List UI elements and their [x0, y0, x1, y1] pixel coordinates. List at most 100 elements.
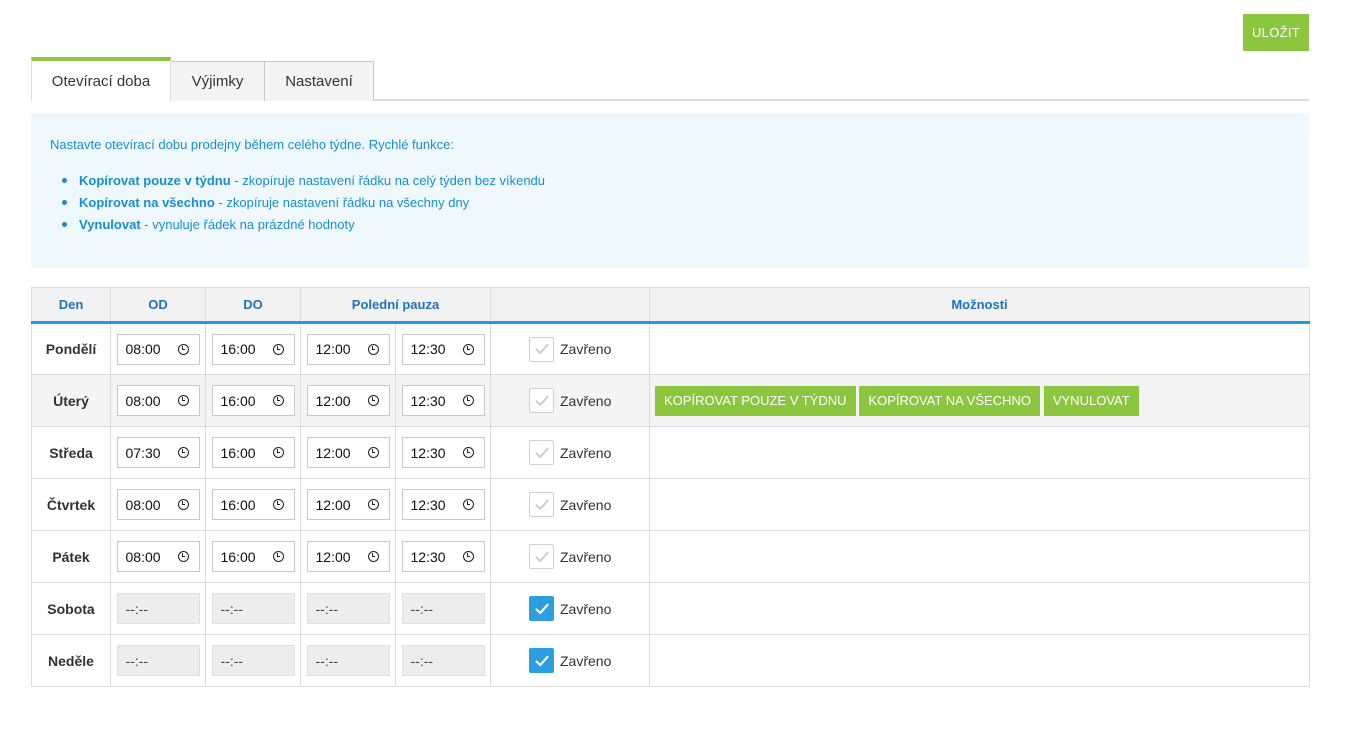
day-name: Neděle: [31, 634, 111, 687]
clock-icon: [272, 343, 284, 355]
open-to-input[interactable]: 16:00: [211, 333, 295, 365]
tab-exceptions[interactable]: Výjimky: [170, 61, 265, 101]
table-row: Pondělí 08:00 16:00 12:00 12:30 Zavřeno: [31, 322, 1310, 375]
open-to-input[interactable]: 16:00: [211, 489, 295, 520]
closed-checkbox[interactable]: [529, 440, 554, 465]
copy-all-button[interactable]: KOPÍROVAT NA VŠECHNO: [859, 385, 1040, 416]
lunch-to-input[interactable]: 12:30: [401, 437, 485, 468]
row-options: [649, 582, 1310, 635]
info-item-title: Vynulovat: [79, 217, 141, 232]
clock-icon: [177, 343, 189, 355]
closed-checkbox[interactable]: [529, 596, 554, 621]
open-from-input[interactable]: 08:00: [116, 333, 200, 365]
closed-label: Zavřeno: [560, 600, 612, 617]
closed-checkbox[interactable]: [529, 388, 554, 413]
lunch-to-input[interactable]: 12:30: [401, 385, 485, 416]
info-item-copy-all: Kopírovat na všechno - zkopíruje nastave…: [62, 192, 1290, 214]
clock-icon: [177, 447, 189, 458]
clock-icon: [177, 499, 189, 510]
opening-hours-table: Den OD DO Polední pauza Možnosti Pondělí…: [31, 287, 1310, 687]
time-value: 16:00: [220, 341, 256, 357]
clock-icon: [272, 447, 284, 458]
info-item-text: - vynuluje řádek na prázdné hodnoty: [140, 217, 355, 232]
closed-toggle[interactable]: Zavřeno: [529, 336, 612, 362]
row-options: KOPÍROVAT POUZE V TÝDNU KOPÍROVAT NA VŠE…: [649, 374, 1310, 427]
closed-label: Zavřeno: [560, 444, 612, 461]
closed-label: Zavřeno: [560, 341, 612, 357]
clock-icon: [177, 551, 189, 562]
info-item-reset: Vynulovat - vynuluje řádek na prázdné ho…: [62, 214, 1290, 236]
clock-icon: [272, 551, 284, 562]
time-value: 16:00: [220, 392, 256, 409]
lunch-to-input: --:--: [401, 593, 485, 624]
time-value: 16:00: [220, 444, 256, 461]
tab-opening-hours[interactable]: Otevírací doba: [31, 57, 171, 101]
checkmark-icon: [534, 395, 549, 406]
lunch-from-input[interactable]: 12:00: [306, 489, 390, 520]
clock-icon: [272, 395, 284, 406]
closed-toggle[interactable]: Zavřeno: [529, 648, 611, 673]
day-name: Sobota: [31, 582, 111, 635]
info-item-title: Kopírovat pouze v týdnu: [79, 173, 231, 188]
save-button[interactable]: ULOŽIT: [1243, 14, 1309, 51]
checkmark-icon: [534, 343, 549, 355]
closed-toggle[interactable]: Zavřeno: [529, 440, 611, 465]
time-value: --:--: [410, 600, 434, 617]
lunch-to-input[interactable]: 12:30: [401, 489, 485, 520]
open-to-input[interactable]: 16:00: [211, 437, 295, 468]
table-row: Sobota --:-- --:-- --:-- --:-- Zavřeno: [31, 582, 1310, 635]
clock-icon: [462, 551, 474, 562]
closed-toggle[interactable]: Zavřeno: [529, 388, 611, 413]
open-from-input[interactable]: 08:00: [116, 385, 200, 416]
open-from-input[interactable]: 07:30: [116, 437, 200, 468]
time-value: 12:30: [410, 496, 446, 513]
time-value: --:--: [410, 652, 434, 669]
open-from-input[interactable]: 08:00: [116, 489, 200, 520]
day-name: Pátek: [31, 530, 111, 583]
time-value: 12:30: [410, 341, 446, 357]
info-item-copy-weekdays: Kopírovat pouze v týdnu - zkopíruje nast…: [62, 170, 1290, 192]
lunch-from-input[interactable]: 12:00: [306, 437, 390, 468]
table-header-row: Den OD DO Polední pauza Možnosti: [31, 287, 1310, 324]
clock-icon: [367, 499, 379, 510]
closed-label: Zavřeno: [560, 392, 612, 409]
tab-settings[interactable]: Nastavení: [264, 61, 374, 101]
closed-checkbox[interactable]: [529, 544, 554, 569]
info-item-text: - zkopíruje nastavení řádku na celý týde…: [230, 173, 546, 188]
info-list: Kopírovat pouze v týdnu - zkopíruje nast…: [50, 170, 1290, 236]
day-name: Pondělí: [31, 322, 111, 375]
open-to-input[interactable]: 16:00: [211, 541, 295, 572]
lunch-to-input[interactable]: 12:30: [401, 541, 485, 572]
open-from-input[interactable]: 08:00: [116, 541, 200, 572]
lunch-from-input[interactable]: 12:00: [306, 385, 390, 416]
closed-checkbox[interactable]: [529, 648, 554, 673]
lunch-from-input[interactable]: 12:00: [306, 541, 390, 572]
closed-toggle[interactable]: Zavřeno: [529, 492, 611, 517]
row-options: [649, 530, 1310, 583]
time-value: --:--: [220, 652, 244, 669]
clock-icon: [462, 343, 474, 355]
table-row: Pátek 08:00 16:00 12:00 12:30 Zavřeno: [31, 530, 1310, 583]
open-to-input[interactable]: 16:00: [211, 385, 295, 416]
closed-checkbox[interactable]: [529, 492, 554, 517]
closed-toggle[interactable]: Zavřeno: [529, 544, 611, 569]
lunch-from-input: --:--: [306, 593, 390, 624]
copy-weekdays-button[interactable]: KOPÍROVAT POUZE V TÝDNU: [655, 385, 856, 416]
clock-icon: [367, 551, 379, 562]
checkmark-icon: [534, 447, 549, 458]
time-value: 08:00: [125, 496, 161, 513]
checkmark-icon: [534, 603, 549, 614]
info-intro: Nastavte otevírací dobu prodejny během c…: [50, 137, 454, 152]
closed-checkbox[interactable]: [529, 336, 554, 362]
lunch-from-input[interactable]: 12:00: [306, 333, 390, 365]
time-value: 12:00: [315, 341, 351, 357]
day-name: Čtvrtek: [31, 478, 111, 531]
reset-button[interactable]: VYNULOVAT: [1043, 385, 1139, 416]
info-item-title: Kopírovat na všechno: [79, 195, 215, 210]
col-header-day: Den: [31, 287, 111, 324]
lunch-from-input: --:--: [306, 645, 390, 676]
lunch-to-input[interactable]: 12:30: [401, 333, 485, 365]
checkmark-icon: [534, 655, 549, 666]
closed-toggle[interactable]: Zavřeno: [529, 596, 611, 621]
info-box: Nastavte otevírací dobu prodejny během c…: [31, 113, 1309, 268]
